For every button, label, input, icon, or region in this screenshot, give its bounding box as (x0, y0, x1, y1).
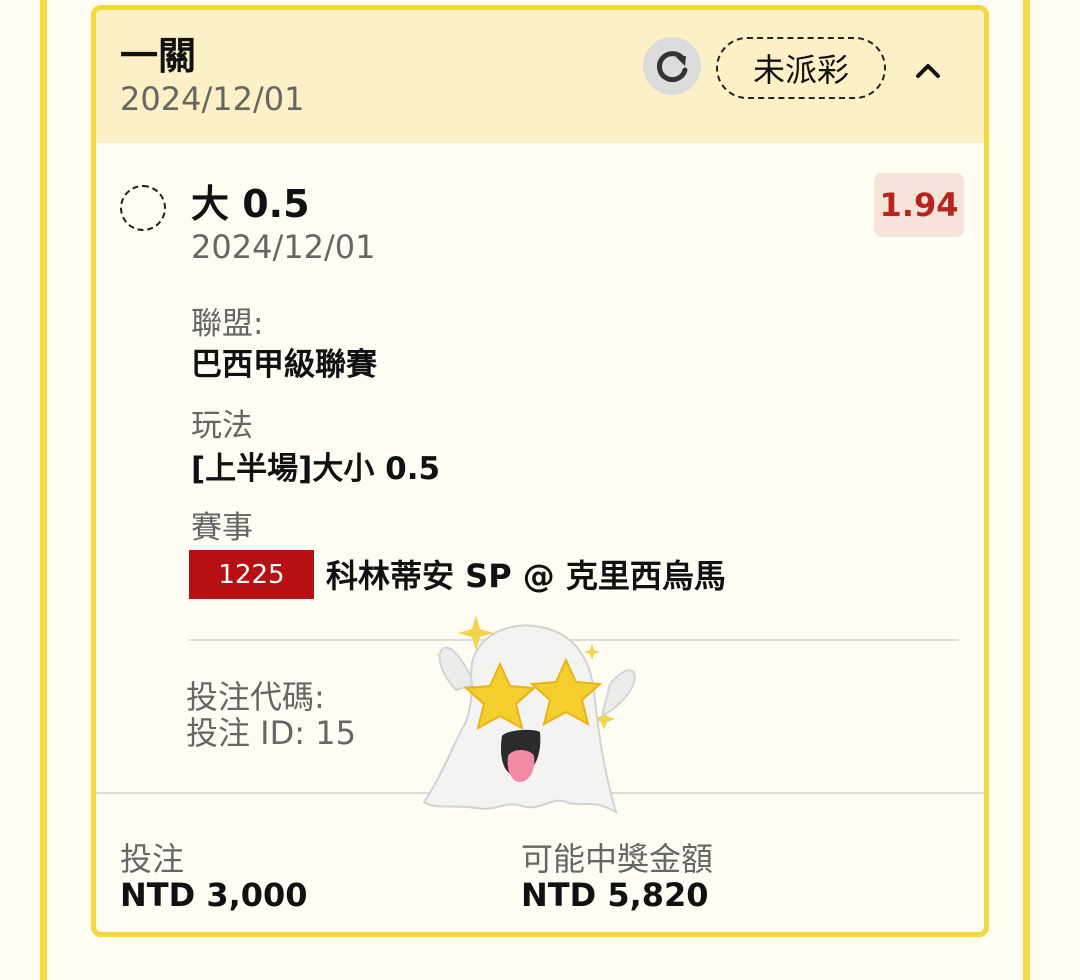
potential-payout-value: NTD 5,820 (521, 876, 709, 914)
selection-date: 2024/12/01 (191, 228, 376, 266)
bet-type-title: 一關 (120, 34, 197, 78)
stake-label: 投注 (120, 840, 185, 878)
refresh-icon (656, 51, 688, 83)
selection-name: 大 0.5 (191, 182, 310, 226)
bet-card: 一關 2024/12/01 未派彩 大 0.5 2024/12/01 1.94 … (91, 5, 989, 937)
market-value: [上半場]大小 0.5 (191, 451, 441, 487)
selection-radio[interactable] (120, 185, 166, 231)
bet-card-header[interactable]: 一關 2024/12/01 未派彩 (96, 10, 984, 143)
match-name: 科林蒂安 SP @ 克里西烏馬 (326, 557, 726, 595)
chevron-up-icon (916, 64, 940, 78)
market-label: 玩法 (191, 408, 253, 444)
ghost-sticker-icon (422, 615, 636, 815)
bet-id: 投注 ID: 15 (186, 714, 356, 752)
bet-code: 投注代碼: (186, 678, 325, 716)
refresh-button[interactable] (643, 37, 701, 95)
match-id-badge: 1225 (189, 550, 314, 599)
match-label: 賽事 (191, 510, 253, 546)
odds-badge: 1.94 (874, 173, 964, 237)
stake-value: NTD 3,000 (120, 876, 308, 914)
league-label: 聯盟: (191, 306, 264, 342)
bet-date: 2024/12/01 (120, 80, 305, 118)
collapse-button[interactable] (908, 50, 948, 90)
settlement-status-badge: 未派彩 (716, 37, 886, 99)
potential-payout-label: 可能中獎金額 (521, 840, 714, 878)
league-value: 巴西甲級聯賽 (191, 347, 377, 383)
